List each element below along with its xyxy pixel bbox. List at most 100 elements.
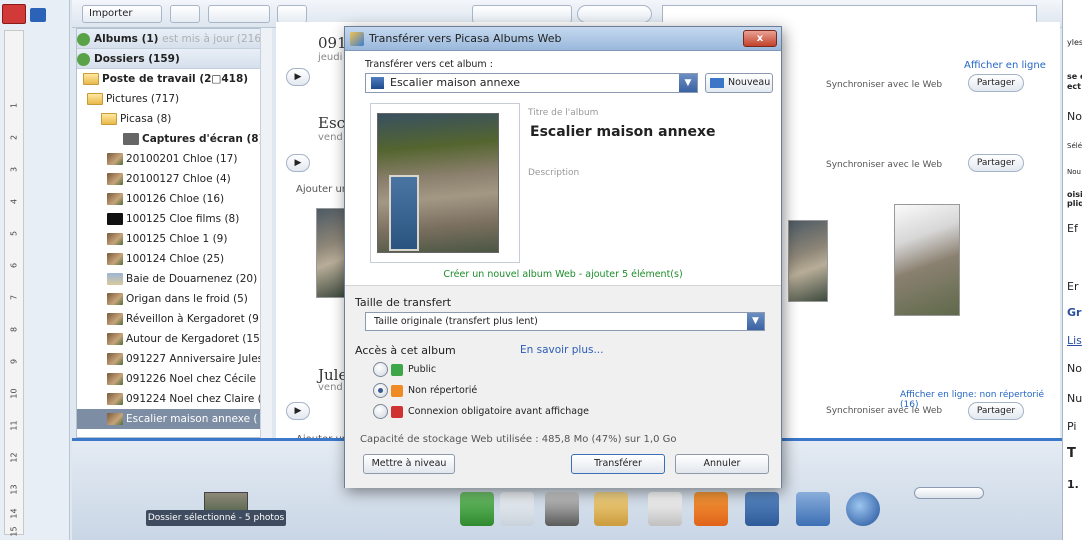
new-album-icon — [710, 78, 724, 88]
google-earth-icon[interactable] — [846, 492, 880, 526]
window-menu-icon[interactable] — [30, 8, 46, 22]
dossiers-header[interactable]: Dossiers (159) — [77, 49, 271, 69]
tree-item[interactable]: 100126 Chloe (16) — [77, 189, 271, 209]
import-button[interactable]: Importer — [82, 5, 162, 23]
tree-item-label: 100125 Chloe 1 (9) — [126, 233, 228, 245]
filter-slider[interactable] — [577, 5, 652, 23]
tree-item-label: Picasa (8) — [120, 113, 172, 125]
tree-item[interactable]: 20100127 Chloe (4) — [77, 169, 271, 189]
folder-date: jeudi — [318, 52, 343, 63]
transfer-size-select[interactable]: Taille originale (transfert plus lent) ▼ — [365, 312, 765, 331]
tree-item[interactable]: Autour de Kergadoret (15) — [77, 329, 271, 349]
dialog-titlebar[interactable]: Transférer vers Picasa Albums Web x — [345, 27, 781, 51]
zoom-slider[interactable] — [914, 487, 984, 499]
tree-item[interactable]: Origan dans le froid (5) — [77, 289, 271, 309]
view-mode-toggle[interactable] — [208, 5, 270, 23]
ruler-number: 2 — [9, 134, 19, 141]
blogger-icon[interactable] — [694, 492, 728, 526]
photo-thumbnail[interactable] — [316, 208, 346, 298]
tree-item-label: Origan dans le froid (5) — [126, 293, 248, 305]
collage-icon[interactable] — [745, 492, 779, 526]
upgrade-button[interactable]: Mettre à niveau — [363, 454, 455, 474]
export-folder-icon[interactable] — [594, 492, 628, 526]
print-icon[interactable] — [545, 492, 579, 526]
add-folder-button[interactable] — [170, 5, 200, 23]
add-caption[interactable]: Ajouter un — [296, 184, 348, 195]
tree-item[interactable]: Réveillon à Kergadoret (91) — [77, 309, 271, 329]
sync-label: Synchroniser avec le Web — [826, 160, 943, 170]
cancel-button[interactable]: Annuler — [675, 454, 769, 474]
radio-signin-required[interactable] — [373, 404, 388, 419]
filter-stars-button[interactable] — [472, 5, 572, 23]
tree-item-selected[interactable]: Escalier maison annexe ( — [77, 409, 271, 429]
screen: 1 2 3 4 5 6 7 8 9 10 11 12 13 14 15 Impo… — [0, 0, 1082, 540]
play-slideshow-button[interactable]: ▶ — [286, 154, 310, 172]
tree-item[interactable]: 20100201 Chloe (17) — [77, 149, 271, 169]
dossiers-label: Dossiers (159) — [94, 53, 180, 65]
radio-non-repertorie[interactable] — [373, 383, 388, 398]
partager-button[interactable]: Partager — [968, 154, 1024, 172]
album-title-field[interactable]: Escalier maison annexe — [530, 124, 716, 140]
panel-text: Nu — [1067, 392, 1082, 405]
tree-item[interactable]: Poste de travail (2□418) — [77, 69, 271, 89]
partager-button[interactable]: Partager — [968, 402, 1024, 420]
tree-item[interactable]: 100125 Cloe films (8) — [77, 209, 271, 229]
folder-date: vend — [318, 382, 343, 393]
tree-item-label: 100124 Chloe (25) — [126, 253, 225, 265]
tree-item[interactable]: 100124 Chloe (25) — [77, 249, 271, 269]
screenshot-icon — [123, 133, 139, 145]
upload-icon[interactable] — [460, 492, 494, 526]
panel-text: No — [1067, 362, 1082, 375]
movie-icon[interactable] — [796, 492, 830, 526]
dialog-title: Transférer vers Picasa Albums Web — [369, 32, 562, 45]
tree-item[interactable]: Picasa (8) — [77, 109, 271, 129]
thumbnail-icon — [107, 173, 123, 185]
people-button[interactable] — [277, 5, 307, 23]
album-select[interactable]: Escalier maison annexe ▼ — [365, 73, 698, 93]
panel-text: Ef — [1067, 222, 1078, 235]
create-album-link[interactable]: Créer un nouvel album Web - ajouter 5 él… — [345, 269, 781, 280]
chevron-down-icon[interactable]: ▼ — [747, 313, 764, 330]
radio-public[interactable] — [373, 362, 388, 377]
description-field[interactable]: Description — [528, 168, 579, 178]
ruler-number: 5 — [9, 230, 19, 237]
tray-photo-stack[interactable] — [204, 492, 248, 512]
email-icon[interactable] — [500, 492, 534, 526]
transfer-button[interactable]: Transférer — [571, 454, 665, 474]
search-input[interactable] — [662, 5, 1037, 23]
tree-item[interactable]: Pictures (717) — [77, 89, 271, 109]
shop-icon[interactable] — [648, 492, 682, 526]
tree-item-label: Escalier maison annexe ( — [126, 413, 258, 425]
learn-more-link[interactable]: En savoir plus... — [520, 344, 603, 356]
picasa-app-icon[interactable] — [2, 4, 26, 24]
albums-header[interactable]: Albums (1) est mis à jour (216) — [77, 29, 271, 49]
tree-item[interactable]: Captures d'écran (8) — [77, 129, 271, 149]
photo-thumbnail[interactable] — [894, 204, 960, 316]
partager-button[interactable]: Partager — [968, 74, 1024, 92]
tree-item[interactable]: 100125 Chloe 1 (9) — [77, 229, 271, 249]
tree-item[interactable]: 091227 Anniversaire Jules — [77, 349, 271, 369]
new-album-button[interactable]: Nouveau — [705, 73, 773, 93]
tree-item-label: Captures d'écran (8) — [142, 133, 264, 145]
close-button[interactable]: x — [743, 30, 777, 47]
tree-item[interactable]: 091224 Noel chez Claire (50) — [77, 389, 271, 409]
photo-thumbnail[interactable] — [788, 220, 828, 302]
transfer-size-value: Taille originale (transfert plus lent) — [374, 316, 538, 327]
ruler-number: 12 — [9, 452, 19, 463]
tree-item[interactable]: 091226 Noel chez Cécile — [77, 369, 271, 389]
chevron-down-icon[interactable]: ▼ — [679, 74, 697, 92]
panel-text: T — [1067, 446, 1076, 461]
thumbnail-icon — [107, 393, 123, 405]
panel-text: Gr — [1067, 306, 1082, 319]
tree-item[interactable]: Baie de Douarnenez (20) — [77, 269, 271, 289]
sync-label: Synchroniser avec le Web — [826, 406, 943, 416]
play-slideshow-button[interactable]: ▶ — [286, 402, 310, 420]
ruler-number: 15 — [9, 526, 19, 537]
play-slideshow-button[interactable]: ▶ — [286, 68, 310, 86]
tree-item-label: 20100127 Chloe (4) — [126, 173, 231, 185]
tray-selection-label: Dossier sélectionné - 5 photos — [146, 510, 286, 526]
panel-text: se e — [1067, 72, 1082, 81]
afficher-en-ligne-link[interactable]: Afficher en ligne — [964, 60, 1046, 71]
tree-scrollbar[interactable] — [260, 28, 272, 438]
album-title-label: Titre de l'album — [528, 108, 599, 118]
